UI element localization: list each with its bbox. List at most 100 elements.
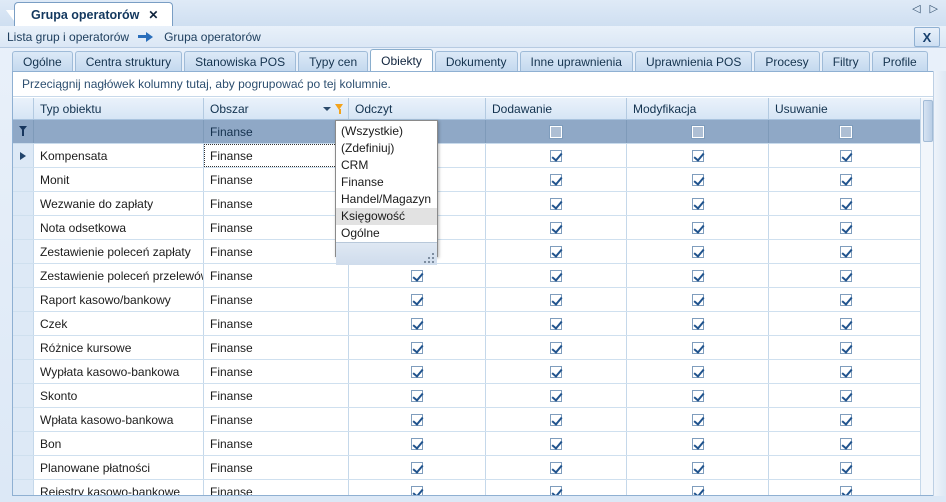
- checkbox-usuwanie[interactable]: [840, 269, 852, 282]
- checkbox-dodawanie[interactable]: [550, 413, 562, 426]
- checkbox-usuwanie-filter[interactable]: [840, 125, 852, 138]
- tab-stanowiska-pos[interactable]: Stanowiska POS: [184, 51, 297, 72]
- cell-typ-obiektu[interactable]: Zestawienie poleceń przelewów: [34, 264, 204, 287]
- table-row[interactable]: Monit Finanse: [13, 168, 933, 192]
- row-indicator[interactable]: [13, 384, 34, 407]
- checkbox-modyfikacja[interactable]: [691, 197, 704, 210]
- grid-header-modyfikacja[interactable]: Modyfikacja: [627, 98, 769, 119]
- cell-obszar[interactable]: Finanse: [204, 336, 349, 359]
- checkbox-odczyt[interactable]: [411, 461, 423, 474]
- scrollbar-thumb[interactable]: [923, 100, 933, 142]
- tab-procesy[interactable]: Procesy: [754, 51, 820, 72]
- checkbox-odczyt[interactable]: [411, 485, 423, 495]
- checkbox-usuwanie[interactable]: [840, 341, 852, 354]
- dropdown-item-ogólne[interactable]: Ogólne: [336, 225, 437, 242]
- cell-obszar[interactable]: Finanse: [204, 432, 349, 455]
- checkbox-modyfikacja[interactable]: [691, 317, 704, 330]
- tab-profile[interactable]: Profile: [871, 51, 928, 72]
- cell-usuwanie[interactable]: [769, 144, 923, 167]
- checkbox-dodawanie[interactable]: [550, 221, 562, 234]
- filter-cell-dodawanie[interactable]: [486, 120, 627, 143]
- checkbox-usuwanie[interactable]: [840, 149, 852, 162]
- cell-typ-obiektu[interactable]: Wezwanie do zapłaty: [34, 192, 204, 215]
- table-row[interactable]: Zestawienie poleceń przelewów Finanse: [13, 264, 933, 288]
- filter-cell-usuwanie[interactable]: [769, 120, 923, 143]
- tab-og-lne[interactable]: Ogólne: [12, 51, 73, 72]
- cell-dodawanie[interactable]: [486, 264, 627, 287]
- cell-dodawanie[interactable]: [486, 384, 627, 407]
- checkbox-usuwanie[interactable]: [840, 461, 852, 474]
- cell-obszar[interactable]: Finanse: [204, 360, 349, 383]
- cell-odczyt[interactable]: [349, 456, 486, 479]
- chevron-right-icon[interactable]: ▷: [930, 4, 938, 15]
- checkbox-odczyt[interactable]: [411, 413, 423, 426]
- checkbox-dodawanie[interactable]: [550, 365, 562, 378]
- cell-typ-obiektu[interactable]: Raport kasowo/bankowy: [34, 288, 204, 311]
- cell-odczyt[interactable]: [349, 360, 486, 383]
- checkbox-dodawanie[interactable]: [550, 269, 562, 282]
- cell-obszar[interactable]: Finanse: [204, 264, 349, 287]
- cell-dodawanie[interactable]: [486, 144, 627, 167]
- row-indicator[interactable]: [13, 240, 34, 263]
- cell-usuwanie[interactable]: [769, 216, 923, 239]
- cell-modyfikacja[interactable]: [627, 240, 769, 263]
- cell-odczyt[interactable]: [349, 264, 486, 287]
- row-indicator[interactable]: [13, 264, 34, 287]
- cell-obszar[interactable]: Finanse: [204, 384, 349, 407]
- checkbox-modyfikacja[interactable]: [691, 149, 704, 162]
- cell-usuwanie[interactable]: [769, 312, 923, 335]
- tab-centra-struktury[interactable]: Centra struktury: [74, 51, 183, 72]
- checkbox-dodawanie[interactable]: [550, 173, 562, 186]
- table-row[interactable]: Wezwanie do zapłaty Finanse: [13, 192, 933, 216]
- checkbox-modyfikacja[interactable]: [691, 293, 704, 306]
- cell-typ-obiektu[interactable]: Czek: [34, 312, 204, 335]
- cell-typ-obiektu[interactable]: Bon: [34, 432, 204, 455]
- cell-typ-obiektu[interactable]: Różnice kursowe: [34, 336, 204, 359]
- checkbox-modyfikacja[interactable]: [691, 437, 704, 450]
- cell-modyfikacja[interactable]: [627, 168, 769, 191]
- row-indicator[interactable]: [13, 408, 34, 431]
- tab-filtry[interactable]: Filtry: [821, 51, 870, 72]
- cell-modyfikacja[interactable]: [627, 456, 769, 479]
- table-row[interactable]: Wypłata kasowo-bankowa Finanse: [13, 360, 933, 384]
- chevron-down-icon[interactable]: [323, 106, 331, 111]
- row-indicator[interactable]: [13, 456, 34, 479]
- cell-dodawanie[interactable]: [486, 360, 627, 383]
- cell-dodawanie[interactable]: [486, 192, 627, 215]
- grid-header-dodawanie[interactable]: Dodawanie: [486, 98, 627, 119]
- cell-dodawanie[interactable]: [486, 240, 627, 263]
- filter-funnel-icon[interactable]: [335, 103, 344, 114]
- cell-usuwanie[interactable]: [769, 384, 923, 407]
- cell-odczyt[interactable]: [349, 312, 486, 335]
- cell-obszar[interactable]: Finanse: [204, 456, 349, 479]
- cell-modyfikacja[interactable]: [627, 288, 769, 311]
- checkbox-modyfikacja[interactable]: [691, 485, 704, 495]
- checkbox-modyfikacja[interactable]: [691, 413, 704, 426]
- cell-modyfikacja[interactable]: [627, 312, 769, 335]
- tab-typy-cen[interactable]: Typy cen: [298, 51, 369, 72]
- table-row[interactable]: Zestawienie poleceń zapłaty Finanse: [13, 240, 933, 264]
- cell-usuwanie[interactable]: [769, 192, 923, 215]
- cell-dodawanie[interactable]: [486, 168, 627, 191]
- dropdown-item--zdefiniuj-[interactable]: (Zdefiniuj): [336, 140, 437, 157]
- checkbox-usuwanie[interactable]: [840, 365, 852, 378]
- row-indicator[interactable]: [13, 144, 34, 167]
- filter-cell-modyfikacja[interactable]: [627, 120, 769, 143]
- checkbox-odczyt[interactable]: [411, 317, 423, 330]
- tab-obiekty[interactable]: Obiekty: [370, 49, 433, 72]
- dropdown-item-handel-magazyn[interactable]: Handel/Magazyn: [336, 191, 437, 208]
- row-indicator[interactable]: [13, 168, 34, 191]
- cell-dodawanie[interactable]: [486, 288, 627, 311]
- tab-uprawnienia-pos[interactable]: Uprawnienia POS: [634, 51, 753, 72]
- table-row[interactable]: Kompensata Finanse: [13, 144, 933, 168]
- cell-obszar[interactable]: Finanse: [204, 408, 349, 431]
- filter-cell-typ-obiektu[interactable]: [34, 120, 204, 143]
- cell-obszar[interactable]: Finanse: [204, 168, 349, 191]
- row-indicator[interactable]: [13, 336, 34, 359]
- resize-grip-icon[interactable]: [424, 253, 434, 263]
- cell-obszar[interactable]: Finanse: [204, 240, 349, 263]
- cell-usuwanie[interactable]: [769, 240, 923, 263]
- cell-obszar[interactable]: Finanse: [204, 312, 349, 335]
- dropdown-item-crm[interactable]: CRM: [336, 157, 437, 174]
- cell-usuwanie[interactable]: [769, 360, 923, 383]
